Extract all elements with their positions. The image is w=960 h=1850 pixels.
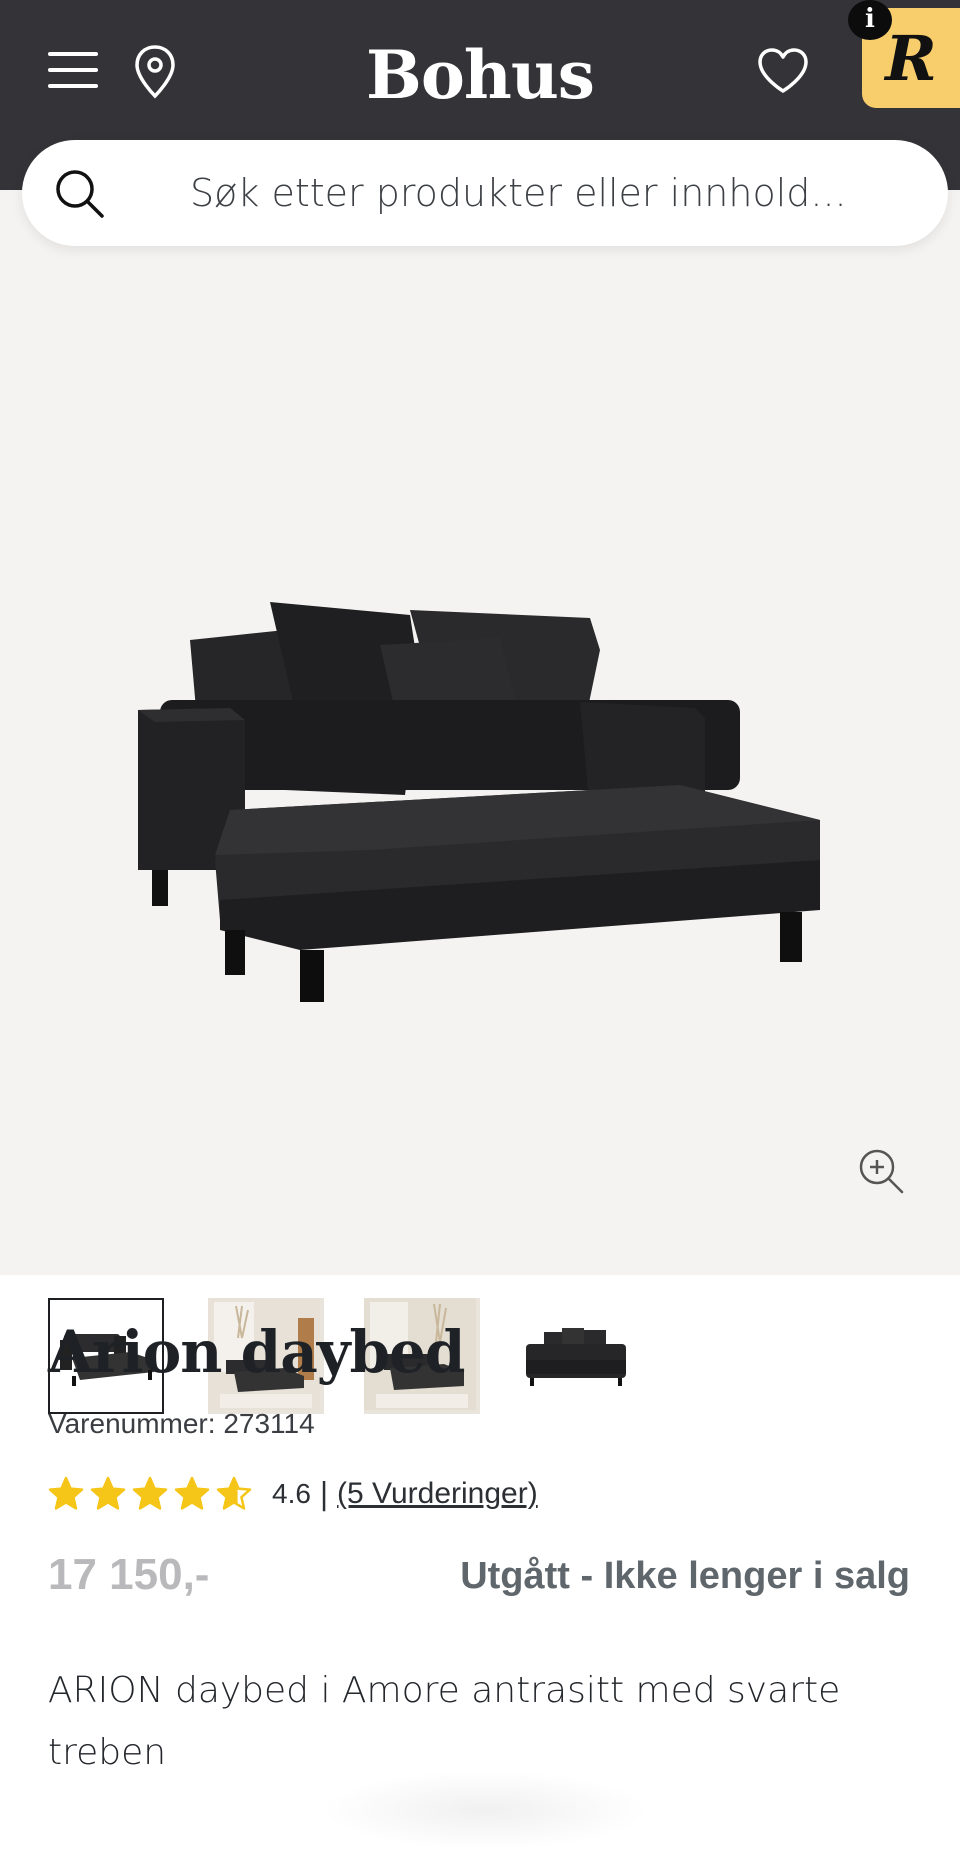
- product-gallery: [0, 190, 960, 1414]
- info-button[interactable]: i: [848, 0, 892, 40]
- menu-button[interactable]: [44, 40, 102, 100]
- search-input[interactable]: Søk etter produkter eller innhold...: [190, 140, 847, 246]
- product-rating: 4.6 | (5 Vurderinger): [48, 1470, 538, 1518]
- badge-letter: R: [885, 21, 937, 95]
- thumbnail-sofa-front-image: [526, 1328, 626, 1386]
- store-locator-button[interactable]: [128, 40, 182, 104]
- floating-element-shadow: [320, 1770, 650, 1850]
- search-bar[interactable]: Søk etter produkter eller innhold...: [22, 140, 948, 246]
- availability-status: Utgått - Ikke lenger i salg: [460, 1555, 910, 1597]
- heart-icon: [758, 48, 808, 93]
- rating-value: 4.6: [272, 1478, 311, 1509]
- star-icon: [90, 1476, 126, 1510]
- rating-stars: [48, 1476, 252, 1512]
- brand-logo[interactable]: Bohus: [330, 30, 630, 120]
- star-icon: [216, 1476, 252, 1510]
- product-description: ARION daybed i Amore antrasitt med svart…: [48, 1670, 841, 1773]
- search-icon: [56, 170, 104, 218]
- product-title: Arion daybed: [48, 1318, 465, 1386]
- star-icon: [132, 1476, 168, 1510]
- location-pin-icon: [135, 45, 175, 99]
- favorites-button[interactable]: [752, 40, 814, 102]
- product-main-image[interactable]: [120, 590, 840, 1030]
- product-price: 17 150,-: [48, 1550, 210, 1599]
- star-icon: [48, 1476, 84, 1510]
- thumbnail-4[interactable]: [520, 1298, 634, 1414]
- reviews-link[interactable]: (5 Vurderinger): [337, 1477, 538, 1511]
- menu-icon: [48, 52, 98, 88]
- star-icon: [174, 1476, 210, 1510]
- rating-separator: |: [318, 1476, 330, 1512]
- zoom-in-icon[interactable]: [856, 1146, 906, 1196]
- product-sku: Varenummer: 273114: [48, 1408, 315, 1439]
